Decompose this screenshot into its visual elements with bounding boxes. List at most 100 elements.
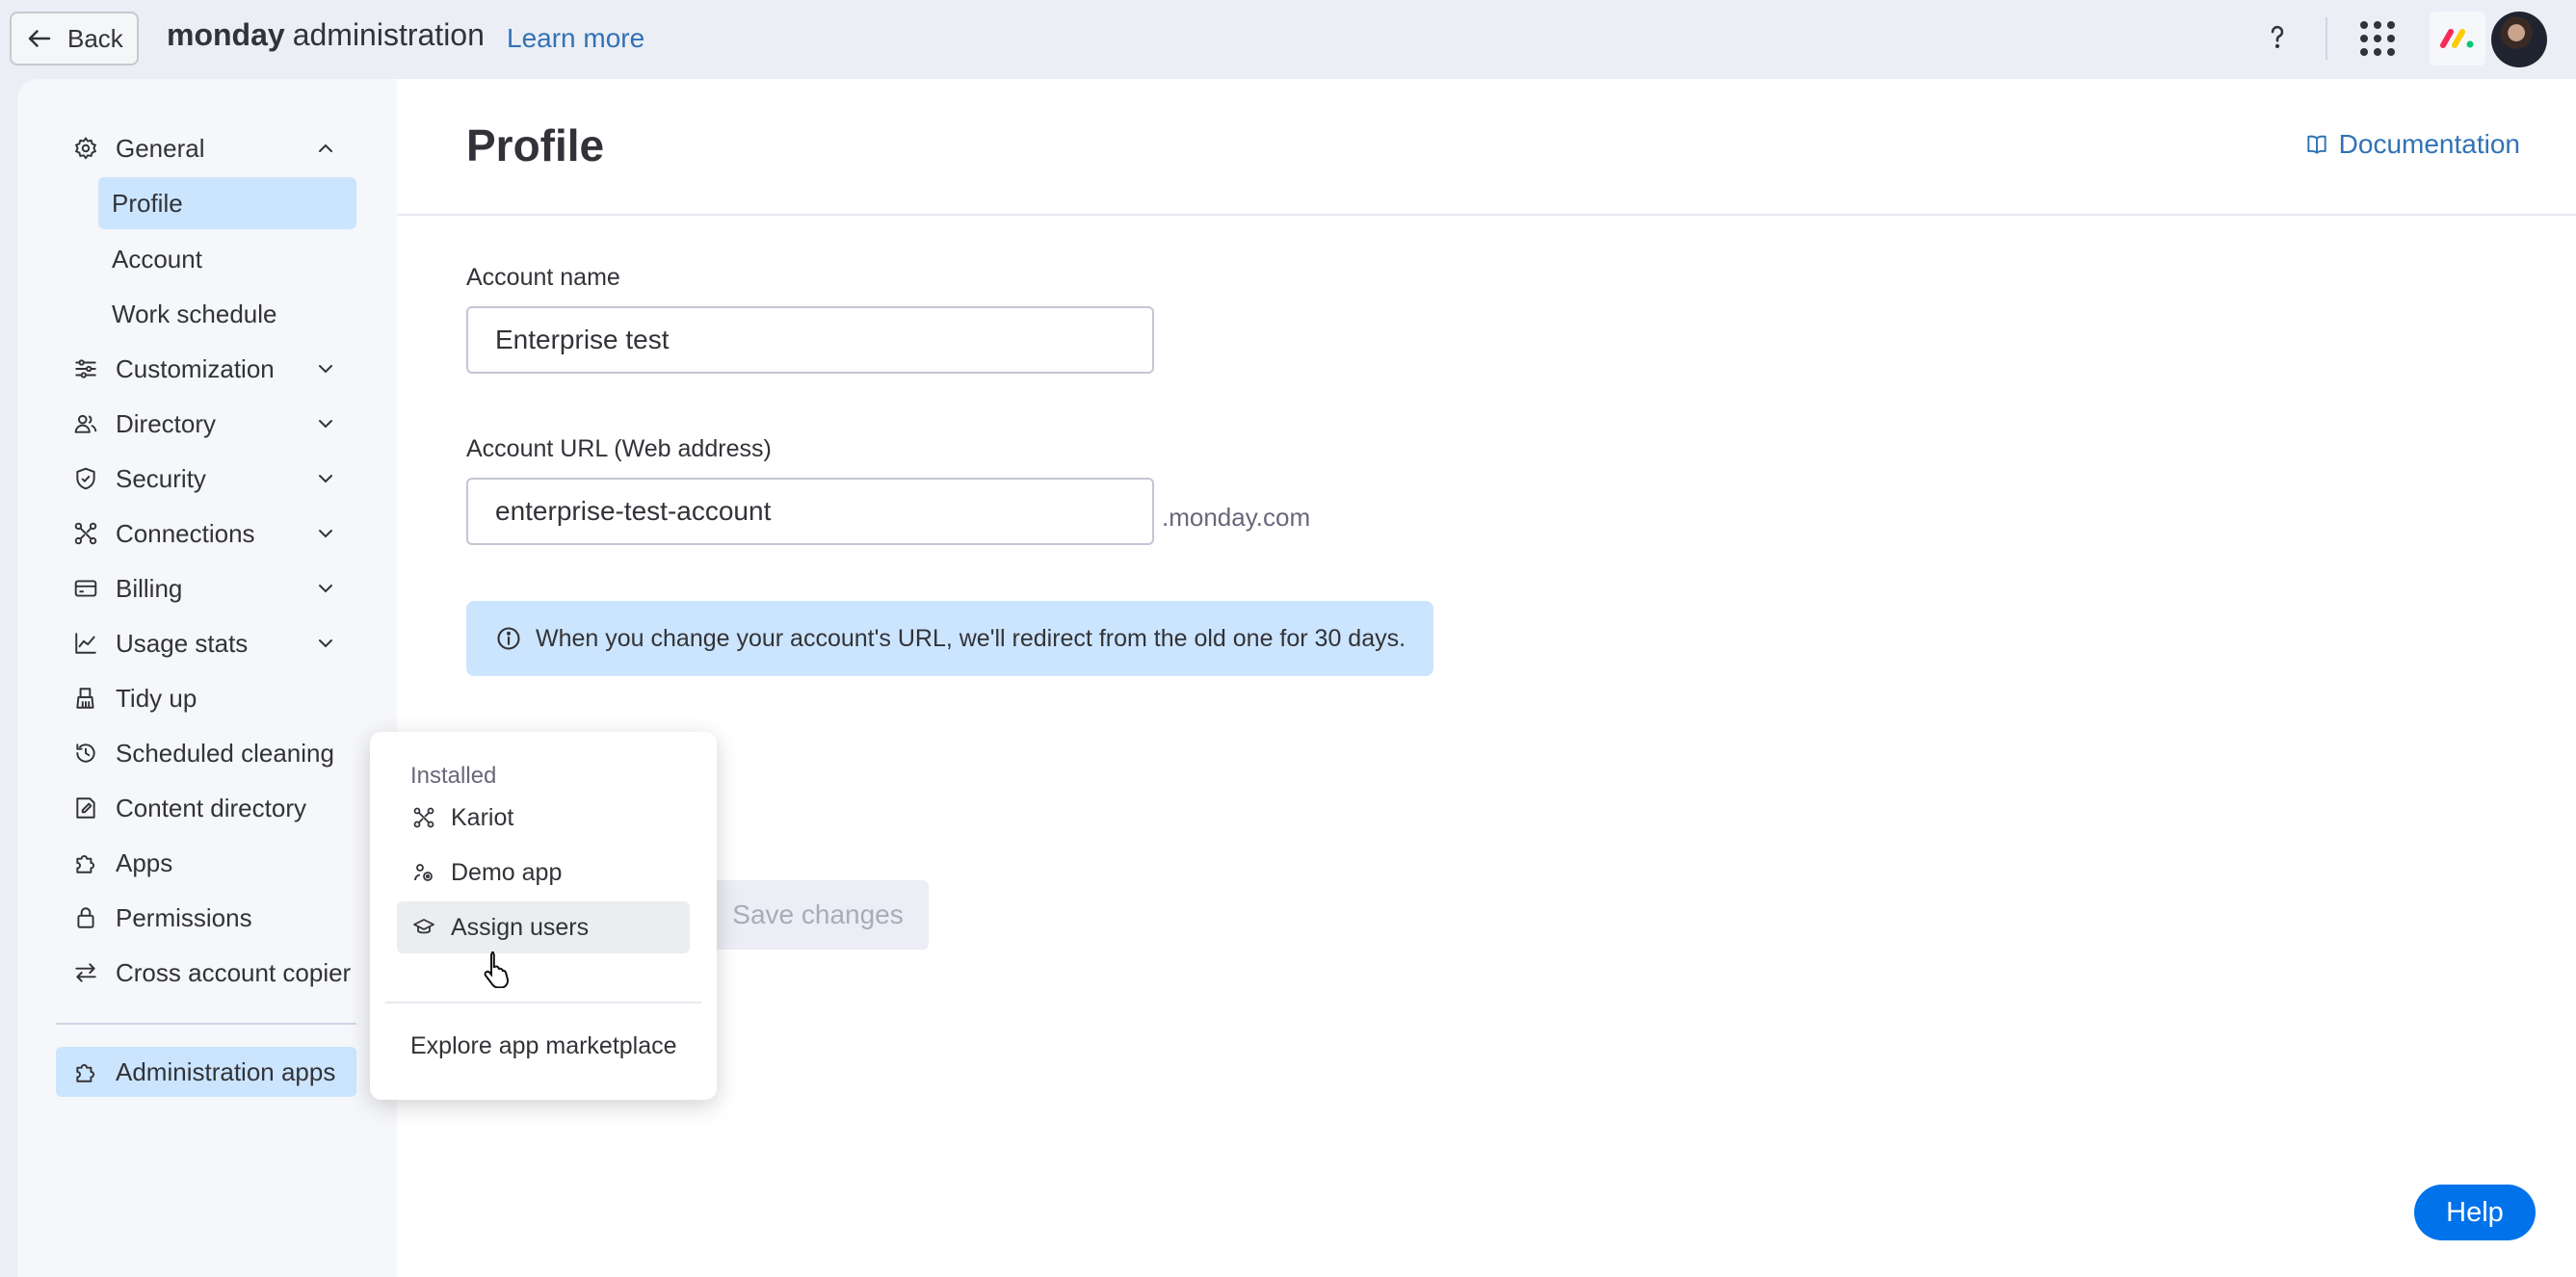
info-icon bbox=[495, 625, 522, 652]
sidebar-item-label: Usage stats bbox=[116, 628, 249, 658]
menu-heading-installed: Installed bbox=[410, 763, 497, 789]
help-question-button[interactable] bbox=[2254, 13, 2300, 60]
sidebar-item-cross-account-copier[interactable]: Cross account copier bbox=[56, 948, 356, 998]
main-content: Profile Documentation Account name Enter… bbox=[397, 79, 2576, 1277]
sidebar-item-label: Apps bbox=[116, 847, 173, 877]
back-label: Back bbox=[67, 23, 123, 53]
menu-item-assign-users[interactable]: Assign users bbox=[397, 901, 690, 953]
sidebar-subitem-label: Profile bbox=[112, 188, 183, 218]
url-change-info-banner: When you change your account's URL, we'l… bbox=[466, 601, 1433, 676]
help-button[interactable]: Help bbox=[2414, 1185, 2536, 1240]
sidebar-item-label: Cross account copier bbox=[116, 957, 352, 987]
sidebar-item-label: Scheduled cleaning bbox=[116, 738, 334, 768]
sidebar-item-customization[interactable]: Customization bbox=[56, 344, 356, 394]
grid-icon bbox=[2356, 17, 2399, 60]
user-avatar[interactable] bbox=[2491, 12, 2547, 67]
back-button[interactable]: Back bbox=[10, 12, 139, 65]
chevron-up-icon bbox=[314, 137, 337, 160]
chevron-down-icon bbox=[314, 412, 337, 435]
explore-marketplace-link[interactable]: Explore app marketplace bbox=[410, 1032, 677, 1060]
sidebar-item-content-directory[interactable]: Content directory bbox=[56, 783, 356, 833]
sliders-icon bbox=[71, 354, 100, 383]
puzzle-icon bbox=[71, 1057, 100, 1086]
sidebar-item-label: Administration apps bbox=[116, 1056, 336, 1086]
top-bar: Back monday administration Learn more bbox=[0, 0, 2576, 79]
info-text: When you change your account's URL, we'l… bbox=[536, 624, 1406, 652]
topbar-divider bbox=[2326, 17, 2327, 60]
question-icon bbox=[2261, 20, 2294, 53]
brand-subtitle: administration bbox=[292, 17, 485, 52]
help-label: Help bbox=[2446, 1196, 2504, 1228]
sidebar-item-scheduled-cleaning[interactable]: Scheduled cleaning bbox=[56, 728, 356, 778]
account-name-value: Enterprise test bbox=[495, 325, 670, 354]
save-changes-label: Save changes bbox=[732, 899, 904, 929]
sidebar-subitem-account[interactable]: Account bbox=[98, 233, 356, 285]
account-url-value: enterprise-test-account bbox=[495, 496, 772, 526]
history-icon bbox=[71, 739, 100, 768]
sidebar-item-label: Billing bbox=[116, 573, 183, 603]
sidebar-item-administration-apps[interactable]: Administration apps bbox=[56, 1047, 356, 1097]
administration-apps-menu: Installed Kariot Demo app Assign users E… bbox=[370, 732, 717, 1100]
hand-cursor-icon bbox=[482, 950, 514, 988]
sidebar-item-label: Content directory bbox=[116, 793, 306, 822]
documentation-label: Documentation bbox=[2338, 129, 2520, 159]
save-changes-button[interactable]: Save changes bbox=[707, 880, 929, 950]
sidebar-item-label: Customization bbox=[116, 353, 275, 383]
nodes-icon bbox=[410, 804, 437, 831]
arrows-icon bbox=[71, 958, 100, 987]
sidebar-item-label: General bbox=[116, 133, 205, 163]
sidebar-item-security[interactable]: Security bbox=[56, 454, 356, 504]
content-icon bbox=[71, 794, 100, 822]
documentation-link[interactable]: Documentation bbox=[2304, 129, 2520, 160]
chevron-down-icon bbox=[314, 522, 337, 545]
sidebar-item-billing[interactable]: Billing bbox=[56, 563, 356, 613]
sidebar-item-directory[interactable]: Directory bbox=[56, 399, 356, 449]
app-switcher-button[interactable] bbox=[2356, 17, 2399, 60]
lock-icon bbox=[71, 903, 100, 932]
sidebar-item-label: Connections bbox=[116, 518, 255, 548]
brand-name: monday bbox=[167, 17, 285, 52]
account-name-label: Account name bbox=[466, 264, 620, 291]
people-icon bbox=[71, 409, 100, 438]
graduation-cap-icon bbox=[410, 914, 437, 941]
account-name-input[interactable]: Enterprise test bbox=[466, 306, 1154, 374]
sidebar-subitem-label: Work schedule bbox=[112, 299, 277, 328]
account-url-label: Account URL (Web address) bbox=[466, 435, 772, 462]
sidebar-item-label: Tidy up bbox=[116, 683, 197, 713]
sidebar-subitem-label: Account bbox=[112, 244, 202, 274]
header-divider bbox=[397, 214, 2576, 216]
demo-app-icon bbox=[410, 859, 437, 886]
menu-item-label: Demo app bbox=[451, 858, 563, 886]
card-icon bbox=[71, 574, 100, 603]
sidebar-subitem-profile[interactable]: Profile bbox=[98, 177, 356, 229]
book-icon bbox=[2304, 132, 2329, 157]
sidebar-item-general[interactable]: General bbox=[56, 123, 356, 173]
gear-icon bbox=[71, 134, 100, 163]
monday-logo[interactable] bbox=[2430, 12, 2485, 65]
menu-item-kariot[interactable]: Kariot bbox=[397, 792, 690, 844]
account-url-input[interactable]: enterprise-test-account bbox=[466, 478, 1154, 545]
sidebar-subitem-work-schedule[interactable]: Work schedule bbox=[98, 288, 356, 340]
chart-icon bbox=[71, 629, 100, 658]
chevron-down-icon bbox=[314, 577, 337, 600]
sidebar-item-label: Directory bbox=[116, 408, 217, 438]
chevron-down-icon bbox=[314, 632, 337, 655]
page-brand-title: monday administration bbox=[167, 17, 485, 53]
chevron-down-icon bbox=[314, 357, 337, 380]
chevron-down-icon bbox=[314, 467, 337, 490]
shield-icon bbox=[71, 464, 100, 493]
url-suffix: .monday.com bbox=[1162, 503, 1311, 532]
sidebar-item-connections[interactable]: Connections bbox=[56, 508, 356, 559]
sidebar-divider bbox=[56, 1023, 356, 1025]
puzzle-icon bbox=[71, 848, 100, 877]
sidebar-item-usage-stats[interactable]: Usage stats bbox=[56, 618, 356, 668]
sidebar-item-apps[interactable]: Apps bbox=[56, 838, 356, 888]
sidebar-item-permissions[interactable]: Permissions bbox=[56, 893, 356, 943]
sidebar-item-label: Permissions bbox=[116, 902, 252, 932]
menu-item-demo-app[interactable]: Demo app bbox=[397, 847, 690, 899]
learn-more-link[interactable]: Learn more bbox=[507, 23, 644, 54]
menu-divider bbox=[385, 1002, 701, 1003]
broom-icon bbox=[71, 684, 100, 713]
page-title: Profile bbox=[466, 120, 605, 170]
sidebar-item-tidy-up[interactable]: Tidy up bbox=[56, 673, 356, 723]
